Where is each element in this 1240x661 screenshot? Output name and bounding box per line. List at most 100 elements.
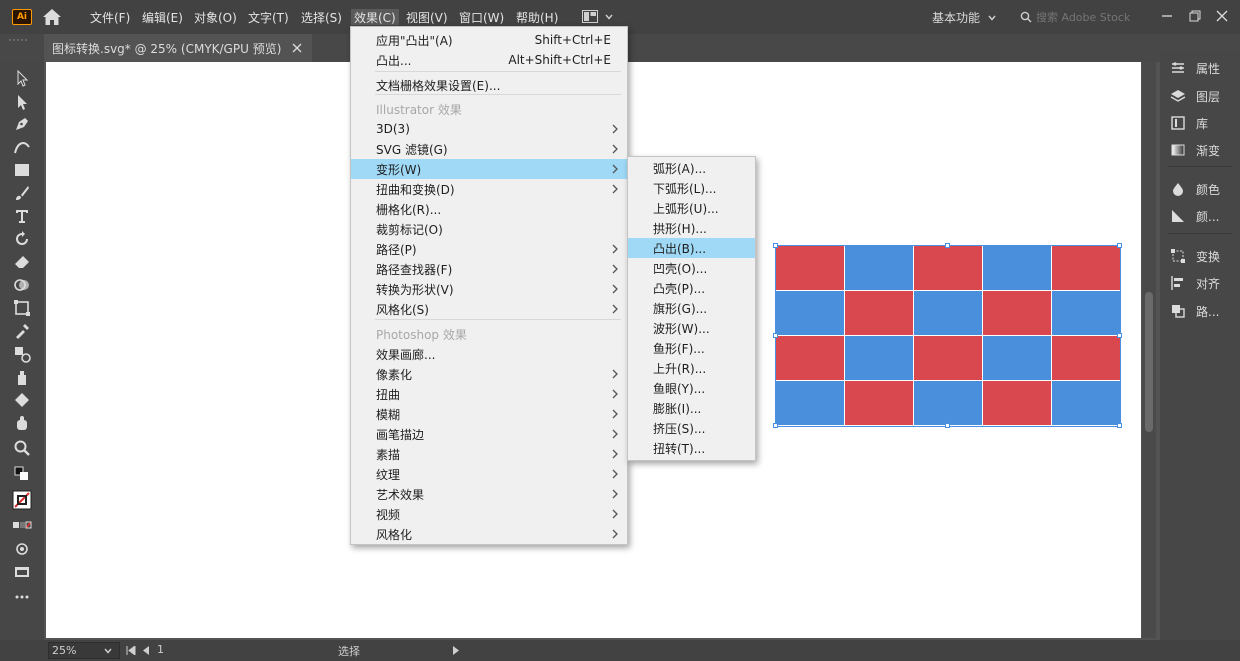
panel-layers[interactable]: 图层 xyxy=(1170,86,1220,106)
warp-submenu-item[interactable]: 凸壳(P)... xyxy=(628,278,755,298)
close-tab-icon[interactable] xyxy=(292,43,302,53)
workspace-layout-icon[interactable] xyxy=(582,10,598,23)
panel-transform[interactable]: 变换 xyxy=(1170,246,1220,266)
menu-item[interactable]: 应用"凸出"(A) Shift+Ctrl+E xyxy=(351,30,627,50)
warp-submenu-item[interactable]: 拱形(H)... xyxy=(628,218,755,238)
warp-submenu-item[interactable]: 上升(R)... xyxy=(628,358,755,378)
menu-item[interactable]: SVG 滤镜(G) xyxy=(351,139,627,159)
minimize-icon[interactable] xyxy=(1157,6,1177,26)
artwork-rectangle[interactable] xyxy=(845,291,913,335)
rotate-tool-icon[interactable] xyxy=(12,229,32,249)
menu-item[interactable]: 栅格化(R)... xyxy=(351,199,627,219)
artwork-rectangle[interactable] xyxy=(914,381,982,425)
bounding-box-handle[interactable] xyxy=(1117,243,1122,248)
warp-submenu-item[interactable]: 膨胀(I)... xyxy=(628,398,755,418)
document-tab[interactable]: 图标转换.svg* @ 25% (CMYK/GPU 预览) xyxy=(44,34,312,62)
direct-selection-tool-icon[interactable] xyxy=(12,92,32,112)
artwork-rectangle[interactable] xyxy=(776,291,844,335)
artwork-rectangle[interactable] xyxy=(1052,336,1120,380)
type-tool-icon[interactable] xyxy=(12,206,32,226)
warp-submenu-item[interactable]: 鱼形(F)... xyxy=(628,338,755,358)
panel-properties[interactable]: 属性 xyxy=(1170,58,1220,78)
fill-stroke-swatch[interactable] xyxy=(12,490,34,512)
symbol-sprayer-tool-icon[interactable] xyxy=(12,367,32,387)
default-colors-icon[interactable] xyxy=(12,464,32,484)
menu-item[interactable]: 文档栅格效果设置(E)... xyxy=(351,75,627,95)
menu-item[interactable]: 素描 xyxy=(351,444,627,464)
panel-color[interactable]: 颜色 xyxy=(1170,179,1220,199)
artwork-rectangle[interactable] xyxy=(1052,246,1120,290)
bounding-box-handle[interactable] xyxy=(773,423,778,428)
more-tools-icon[interactable] xyxy=(12,587,32,607)
chevron-down-icon[interactable] xyxy=(988,15,996,21)
menu-window[interactable]: 窗口(W) xyxy=(459,9,504,25)
menu-file[interactable]: 文件(F) xyxy=(90,9,130,25)
selected-artwork-group[interactable] xyxy=(776,246,1120,426)
menu-edit[interactable]: 编辑(E) xyxy=(142,9,183,25)
warp-submenu-item[interactable]: 上弧形(U)... xyxy=(628,198,755,218)
menu-item[interactable]: 画笔描边 xyxy=(351,424,627,444)
artwork-rectangle[interactable] xyxy=(983,246,1051,290)
artwork-rectangle[interactable] xyxy=(845,246,913,290)
play-icon[interactable] xyxy=(452,646,460,655)
menu-object[interactable]: 对象(O) xyxy=(194,9,237,25)
menu-item[interactable]: 裁剪标记(O) xyxy=(351,219,627,239)
artwork-rectangle[interactable] xyxy=(776,246,844,290)
menu-item[interactable]: 变形(W) xyxy=(351,159,627,179)
workspace-switcher[interactable]: 基本功能 xyxy=(932,9,980,26)
menu-item[interactable]: 模糊 xyxy=(351,404,627,424)
menu-item[interactable]: 路径(P) xyxy=(351,239,627,259)
menu-item[interactable]: 扭曲和变换(D) xyxy=(351,179,627,199)
menu-item[interactable]: 风格化 xyxy=(351,524,627,544)
artwork-rectangle[interactable] xyxy=(914,246,982,290)
eraser-tool-icon[interactable] xyxy=(12,252,32,272)
shape-builder-tool-icon[interactable] xyxy=(12,275,32,295)
menu-item[interactable]: 凸出... Alt+Shift+Ctrl+E xyxy=(351,50,627,70)
free-transform-tool-icon[interactable] xyxy=(12,298,32,318)
chevron-down-icon[interactable] xyxy=(605,14,613,20)
close-window-icon[interactable] xyxy=(1212,6,1232,26)
warp-submenu-item[interactable]: 凹壳(O)... xyxy=(628,258,755,278)
menu-help[interactable]: 帮助(H) xyxy=(516,9,558,25)
warp-submenu-item[interactable]: 鱼眼(Y)... xyxy=(628,378,755,398)
panel-color-guide[interactable]: 颜... xyxy=(1170,206,1219,226)
panel-libraries[interactable]: 库 xyxy=(1170,113,1208,133)
artwork-rectangle[interactable] xyxy=(776,381,844,425)
menu-item[interactable]: 艺术效果 xyxy=(351,484,627,504)
zoom-tool-icon[interactable] xyxy=(12,438,32,458)
menu-item[interactable]: 纹理 xyxy=(351,464,627,484)
bounding-box-handle[interactable] xyxy=(1117,423,1122,428)
prev-artboard-icon[interactable] xyxy=(142,646,150,655)
artwork-rectangle[interactable] xyxy=(983,291,1051,335)
menu-item[interactable]: 扭曲 xyxy=(351,384,627,404)
search-input[interactable] xyxy=(1036,10,1131,24)
vertical-scrollbar[interactable] xyxy=(1142,62,1156,638)
artwork-rectangle[interactable] xyxy=(845,381,913,425)
warp-submenu-item[interactable]: 弧形(A)... xyxy=(628,158,755,178)
home-icon[interactable] xyxy=(42,8,62,26)
warp-submenu-item[interactable]: 挤压(S)... xyxy=(628,418,755,438)
artwork-rectangle[interactable] xyxy=(1052,291,1120,335)
warp-submenu-item[interactable]: 凸出(B)... xyxy=(628,238,755,258)
paintbrush-tool-icon[interactable] xyxy=(12,183,32,203)
bounding-box-handle[interactable] xyxy=(945,423,950,428)
panel-gradient[interactable]: 渐变 xyxy=(1170,140,1220,160)
menu-select[interactable]: 选择(S) xyxy=(301,9,342,25)
hand-tool-icon[interactable] xyxy=(12,413,32,433)
rectangle-tool-icon[interactable] xyxy=(12,160,32,180)
artboard-number[interactable]: 1 xyxy=(157,643,164,656)
artwork-rectangle[interactable] xyxy=(845,336,913,380)
scrollbar-thumb[interactable] xyxy=(1145,292,1153,432)
curvature-tool-icon[interactable] xyxy=(12,137,32,157)
warp-submenu-item[interactable]: 下弧形(L)... xyxy=(628,178,755,198)
restore-icon[interactable] xyxy=(1185,6,1205,26)
artwork-rectangle[interactable] xyxy=(776,336,844,380)
menu-view[interactable]: 视图(V) xyxy=(406,9,448,25)
panel-pathfinder[interactable]: 路... xyxy=(1170,301,1219,321)
menu-item[interactable]: 转换为形状(V) xyxy=(351,279,627,299)
bounding-box-handle[interactable] xyxy=(945,243,950,248)
artwork-rectangle[interactable] xyxy=(1052,381,1120,425)
screen-mode-icon[interactable] xyxy=(12,562,32,582)
menu-effect[interactable]: 效果(C) xyxy=(351,9,399,25)
color-mode-icons[interactable] xyxy=(12,516,32,536)
